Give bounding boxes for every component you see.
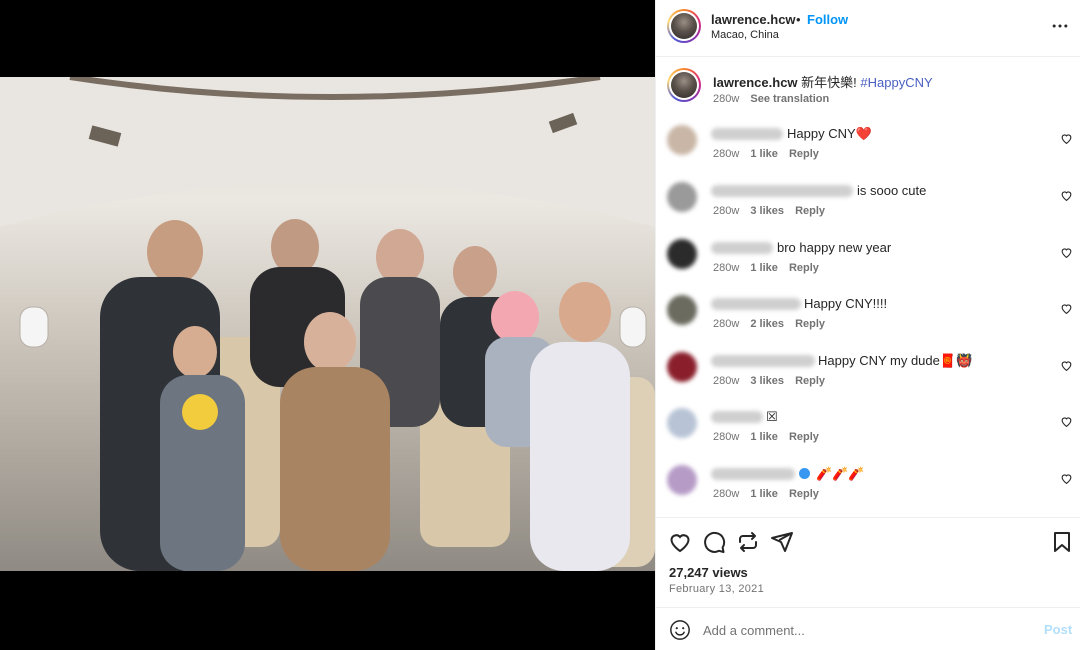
comment-username-blurred[interactable] — [711, 185, 853, 197]
post-actions: 27,247 views February 13, 2021 — [656, 517, 1080, 607]
video-player[interactable] — [0, 77, 655, 571]
heart-icon[interactable] — [1060, 132, 1073, 145]
comment-text: Happy CNY❤️ — [787, 126, 872, 141]
comment-time[interactable]: 280w — [713, 488, 739, 500]
comment-text: ☒ — [766, 409, 778, 424]
comment-avatar[interactable] — [667, 239, 697, 269]
reply-button[interactable]: Reply — [789, 148, 819, 160]
see-translation-button[interactable]: See translation — [750, 93, 829, 105]
share-send-icon[interactable] — [770, 530, 794, 554]
post-header: lawrence.hcw • Follow Macao, China — [656, 0, 1080, 57]
comment-likes[interactable]: 1 like — [750, 488, 778, 500]
views-count[interactable]: 27,247 views — [669, 565, 748, 580]
comment-input[interactable] — [703, 618, 1023, 642]
media-pane — [0, 0, 655, 650]
reply-button[interactable]: Reply — [795, 205, 825, 217]
comment-text: is sooo cute — [857, 183, 927, 198]
comment-likes[interactable]: 2 likes — [750, 318, 784, 330]
caption-body: 新年快樂! — [801, 75, 857, 90]
comment-text-body: 🧨🧨🧨 — [816, 466, 865, 481]
comment-username-blurred[interactable] — [711, 128, 783, 140]
follow-button[interactable]: Follow — [807, 12, 848, 27]
comment-meta: 280w 1 like Reply — [713, 262, 827, 274]
separator-dot: • — [796, 12, 801, 27]
reply-button[interactable]: Reply — [789, 431, 819, 443]
like-heart-icon[interactable] — [668, 530, 692, 554]
comment-avatar[interactable] — [667, 125, 697, 155]
comment-meta: 280w 1 like Reply — [713, 431, 827, 443]
heart-icon[interactable] — [1060, 472, 1073, 485]
reply-button[interactable]: Reply — [795, 318, 825, 330]
avatar[interactable] — [667, 9, 701, 43]
heart-icon[interactable] — [1060, 359, 1073, 372]
comment-time[interactable]: 280w — [713, 431, 739, 443]
comment-meta: 280w 2 likes Reply — [713, 318, 833, 330]
comment-item: Happy CNY!!!! 280w 2 likes Reply — [656, 291, 1080, 347]
comment-time[interactable]: 280w — [713, 148, 739, 160]
comment-likes[interactable]: 1 like — [750, 148, 778, 160]
verified-badge-icon — [799, 468, 810, 479]
comment-time[interactable]: 280w — [713, 375, 739, 387]
comment-item: Happy CNY my dude🧧👹 280w 3 likes Reply — [656, 348, 1080, 404]
comment-username-blurred[interactable] — [711, 298, 801, 310]
reply-button[interactable]: Reply — [789, 262, 819, 274]
comment-item: bro happy new year 280w 1 like Reply — [656, 235, 1080, 291]
hashtag-link[interactable]: #HappyCNY — [860, 75, 932, 90]
heart-icon[interactable] — [1060, 302, 1073, 315]
heart-icon[interactable] — [1060, 246, 1073, 259]
comment-username-blurred[interactable] — [711, 411, 763, 423]
save-bookmark-icon[interactable] — [1050, 530, 1074, 554]
post-side-panel: lawrence.hcw • Follow Macao, China lawre… — [655, 0, 1080, 650]
comment-text: 🧨🧨🧨 — [799, 466, 865, 482]
comment-item: is sooo cute 280w 3 likes Reply — [656, 178, 1080, 234]
comment-time[interactable]: 280w — [713, 318, 739, 330]
post-caption: lawrence.hcw 新年快樂! #HappyCNY 280w See tr… — [656, 64, 1080, 114]
comment-meta: 280w 1 like Reply — [713, 148, 827, 160]
author-username[interactable]: lawrence.hcw — [711, 12, 796, 27]
comment-avatar[interactable] — [667, 408, 697, 438]
post-date[interactable]: February 13, 2021 — [669, 583, 764, 595]
comment-avatar[interactable] — [667, 352, 697, 382]
repost-icon[interactable] — [736, 530, 760, 554]
caption-avatar[interactable] — [667, 68, 701, 102]
emoji-icon[interactable] — [669, 619, 691, 641]
comment-likes[interactable]: 1 like — [750, 262, 778, 274]
comment-avatar[interactable] — [667, 465, 697, 495]
comment-likes[interactable]: 3 likes — [750, 375, 784, 387]
comment-username-blurred[interactable] — [711, 468, 795, 480]
comment-text: Happy CNY my dude🧧👹 — [818, 353, 973, 368]
comment-time[interactable]: 280w — [713, 262, 739, 274]
comment-username-blurred[interactable] — [711, 355, 815, 367]
comment-meta: 280w 3 likes Reply — [713, 375, 833, 387]
comment-text: bro happy new year — [777, 240, 892, 255]
caption-username[interactable]: lawrence.hcw — [713, 75, 798, 90]
post-comment-button[interactable]: Post — [1044, 622, 1072, 637]
comment-composer: Post — [656, 607, 1080, 650]
video-frame — [0, 77, 655, 571]
comment-item: ☒ 280w 1 like Reply — [656, 404, 1080, 460]
comment-item: Happy CNY❤️ 280w 1 like Reply — [656, 121, 1080, 177]
comment-avatar[interactable] — [667, 182, 697, 212]
caption-text: lawrence.hcw 新年快樂! #HappyCNY — [713, 72, 933, 91]
comment-username-blurred[interactable] — [711, 242, 773, 254]
comment-item: 🧨🧨🧨 280w 1 like Reply — [656, 461, 1080, 517]
reply-button[interactable]: Reply — [795, 375, 825, 387]
comment-text: Happy CNY!!!! — [804, 296, 888, 311]
comment-likes[interactable]: 3 likes — [750, 205, 784, 217]
comment-likes[interactable]: 1 like — [750, 431, 778, 443]
caption-time[interactable]: 280w — [713, 93, 739, 105]
heart-icon[interactable] — [1060, 415, 1073, 428]
caption-meta: 280w See translation — [713, 93, 837, 105]
more-horizontal-icon[interactable] — [1050, 16, 1070, 36]
comment-meta: 280w 3 likes Reply — [713, 205, 833, 217]
post-location[interactable]: Macao, China — [711, 29, 779, 41]
comment-bubble-icon[interactable] — [702, 530, 726, 554]
comment-meta: 280w 1 like Reply — [713, 488, 827, 500]
reply-button[interactable]: Reply — [789, 488, 819, 500]
heart-icon[interactable] — [1060, 189, 1073, 202]
comment-time[interactable]: 280w — [713, 205, 739, 217]
comment-avatar[interactable] — [667, 295, 697, 325]
